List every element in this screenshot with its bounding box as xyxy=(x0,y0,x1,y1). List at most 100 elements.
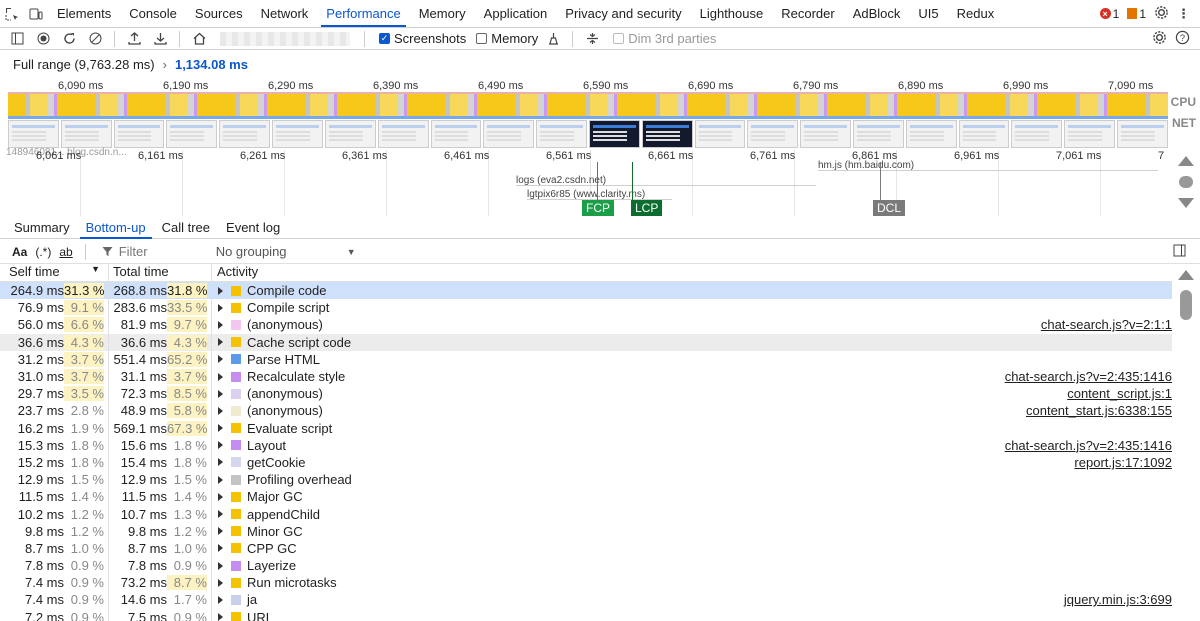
help-icon[interactable]: ? xyxy=(1175,30,1190,48)
tab-performance[interactable]: Performance xyxy=(317,0,409,27)
tab-application[interactable]: Application xyxy=(475,0,557,27)
device-toolbar-icon[interactable] xyxy=(24,0,48,27)
tab-lighthouse[interactable]: Lighthouse xyxy=(691,0,773,27)
screenshot-thumbnail[interactable] xyxy=(219,120,271,148)
source-link[interactable]: content_script.js:1 xyxy=(1067,386,1172,401)
toggle-sidebar-icon[interactable] xyxy=(6,29,28,49)
source-link[interactable]: jquery.min.js:3:699 xyxy=(1064,592,1172,607)
expand-triangle-icon[interactable] xyxy=(218,561,223,570)
screenshot-thumbnail[interactable] xyxy=(272,120,323,148)
screenshot-thumbnail[interactable] xyxy=(588,120,640,148)
table-row[interactable]: 7.4 ms 0.9 % 73.2 ms 8.7 % Run microtasks xyxy=(0,574,1172,592)
tab-ui5[interactable]: UI5 xyxy=(909,0,947,27)
filter-input[interactable]: Filter xyxy=(102,244,198,259)
screenshot-thumbnail[interactable] xyxy=(800,120,851,148)
screenshot-thumbnail[interactable] xyxy=(747,120,799,148)
tab-console[interactable]: Console xyxy=(120,0,186,27)
fcp-marker[interactable]: FCP xyxy=(582,200,614,216)
expand-triangle-icon[interactable] xyxy=(218,372,223,381)
expand-triangle-icon[interactable] xyxy=(218,475,223,484)
expand-triangle-icon[interactable] xyxy=(218,303,223,312)
timeline-detail[interactable]: 148946081... blog.csdn.n... 6,061 ms 6,16… xyxy=(0,147,1172,216)
tab-elements[interactable]: Elements xyxy=(48,0,120,27)
whole-word-button[interactable]: ab xyxy=(59,245,72,259)
source-link[interactable]: content_start.js:6338:155 xyxy=(1026,403,1172,418)
error-count-badge[interactable]: × 1 xyxy=(1099,7,1119,21)
screenshot-thumbnail[interactable] xyxy=(377,120,429,148)
screenshot-thumbnail[interactable] xyxy=(324,120,376,148)
dim-third-parties-icon[interactable] xyxy=(581,29,603,49)
expand-triangle-icon[interactable] xyxy=(218,595,223,604)
reload-record-icon[interactable] xyxy=(58,29,80,49)
expand-triangle-icon[interactable] xyxy=(218,492,223,501)
table-row[interactable]: 29.7 ms 3.5 % 72.3 ms 8.5 % (anonymous) conte… xyxy=(0,385,1172,403)
home-icon[interactable] xyxy=(188,29,210,49)
expand-triangle-icon[interactable] xyxy=(218,338,223,347)
expand-triangle-icon[interactable] xyxy=(218,458,223,467)
upload-icon[interactable] xyxy=(123,29,145,49)
screenshot-thumbnail[interactable] xyxy=(694,120,746,148)
inspect-element-icon[interactable] xyxy=(0,0,24,27)
scroll-up-icon[interactable] xyxy=(1178,156,1194,166)
table-row[interactable]: 7.2 ms 0.9 % 7.5 ms 0.9 % URL xyxy=(0,608,1172,621)
total-time-column-header[interactable]: Total time xyxy=(109,264,212,281)
toggle-heaviest-stack-icon[interactable] xyxy=(1173,244,1200,260)
screenshot-thumbnail[interactable] xyxy=(536,120,587,148)
match-case-button[interactable]: Aa xyxy=(12,245,27,259)
more-options-icon[interactable]: ⋮ xyxy=(1177,6,1190,22)
expand-triangle-icon[interactable] xyxy=(218,441,223,450)
warning-count-badge[interactable]: 1 xyxy=(1127,7,1146,21)
network-request-hm[interactable]: hm.js (hm.baidu.com) xyxy=(818,160,1158,171)
tab-bottom-up[interactable]: Bottom-up xyxy=(78,217,154,239)
screenshot-thumbnail[interactable] xyxy=(958,120,1010,148)
garbage-collect-icon[interactable] xyxy=(542,29,564,49)
table-row[interactable]: 7.8 ms 0.9 % 7.8 ms 0.9 % Layerize xyxy=(0,557,1172,575)
expand-triangle-icon[interactable] xyxy=(218,527,223,536)
screenshots-checkbox[interactable]: ✓ Screenshots xyxy=(379,31,466,46)
recording-url-blurred[interactable] xyxy=(220,31,350,46)
table-row[interactable]: 16.2 ms 1.9 % 569.1 ms 67.3 % Evaluate scrip… xyxy=(0,419,1172,437)
table-row[interactable]: 12.9 ms 1.5 % 12.9 ms 1.5 % Profiling overhe… xyxy=(0,471,1172,489)
screenshot-thumbnail[interactable] xyxy=(1011,120,1063,148)
capture-settings-gear-icon[interactable] xyxy=(1152,30,1167,48)
table-row[interactable]: 15.3 ms 1.8 % 15.6 ms 1.8 % Layout chat-searc… xyxy=(0,436,1172,454)
screenshot-thumbnail[interactable] xyxy=(483,120,535,148)
screenshot-thumbnail[interactable] xyxy=(60,120,112,148)
self-time-column-header[interactable]: Self time ▼ xyxy=(0,264,109,281)
table-row[interactable]: 11.5 ms 1.4 % 11.5 ms 1.4 % Major GC xyxy=(0,488,1172,506)
timeline-scroll-thumb[interactable] xyxy=(1179,176,1193,188)
table-scroll-thumb[interactable] xyxy=(1180,290,1192,320)
network-request-clarity[interactable]: lgtpix6r85 (www.clarity.ms) xyxy=(527,189,672,200)
dim-third-parties-checkbox[interactable]: Dim 3rd parties xyxy=(613,31,716,46)
expand-triangle-icon[interactable] xyxy=(218,355,223,364)
table-row[interactable]: 9.8 ms 1.2 % 9.8 ms 1.2 % Minor GC xyxy=(0,522,1172,540)
table-row[interactable]: 36.6 ms 4.3 % 36.6 ms 4.3 % Cache script cod… xyxy=(0,333,1172,351)
tab-event-log[interactable]: Event log xyxy=(218,217,288,238)
source-link[interactable]: chat-search.js?v=2:435:1416 xyxy=(1005,438,1172,453)
table-row[interactable]: 10.2 ms 1.2 % 10.7 ms 1.3 % appendChild xyxy=(0,505,1172,523)
clear-icon[interactable] xyxy=(84,29,106,49)
expand-triangle-icon[interactable] xyxy=(218,320,223,329)
tab-summary[interactable]: Summary xyxy=(6,217,78,238)
source-link[interactable]: chat-search.js?v=2:435:1416 xyxy=(1005,369,1172,384)
network-request-logs[interactable]: logs (eva2.csdn.net) xyxy=(516,175,816,186)
tab-network[interactable]: Network xyxy=(252,0,318,27)
screenshot-thumbnail[interactable] xyxy=(430,120,482,148)
tab-sources[interactable]: Sources xyxy=(186,0,252,27)
expand-triangle-icon[interactable] xyxy=(218,544,223,553)
source-link[interactable]: report.js:17:1092 xyxy=(1074,455,1172,470)
table-row[interactable]: 7.4 ms 0.9 % 14.6 ms 1.7 % ja jquery.min.js:3… xyxy=(0,591,1172,609)
screenshot-thumbnail[interactable] xyxy=(905,120,957,148)
table-row[interactable]: 76.9 ms 9.1 % 283.6 ms 33.5 % Compile script xyxy=(0,299,1172,317)
screenshot-thumbnail[interactable] xyxy=(8,120,59,148)
current-range-breadcrumb[interactable]: 1,134.08 ms xyxy=(175,57,248,72)
dcl-marker[interactable]: DCL xyxy=(873,200,906,216)
screenshot-thumbnail[interactable] xyxy=(853,120,904,148)
memory-checkbox[interactable]: Memory xyxy=(476,31,538,46)
screenshot-thumbnail[interactable] xyxy=(641,120,693,148)
screenshot-thumbnail[interactable] xyxy=(1117,120,1168,148)
record-icon[interactable] xyxy=(32,29,54,49)
regex-button[interactable]: (.*) xyxy=(35,245,51,259)
lcp-marker[interactable]: LCP xyxy=(631,200,663,216)
grouping-select[interactable]: No grouping ▼ xyxy=(216,244,356,259)
